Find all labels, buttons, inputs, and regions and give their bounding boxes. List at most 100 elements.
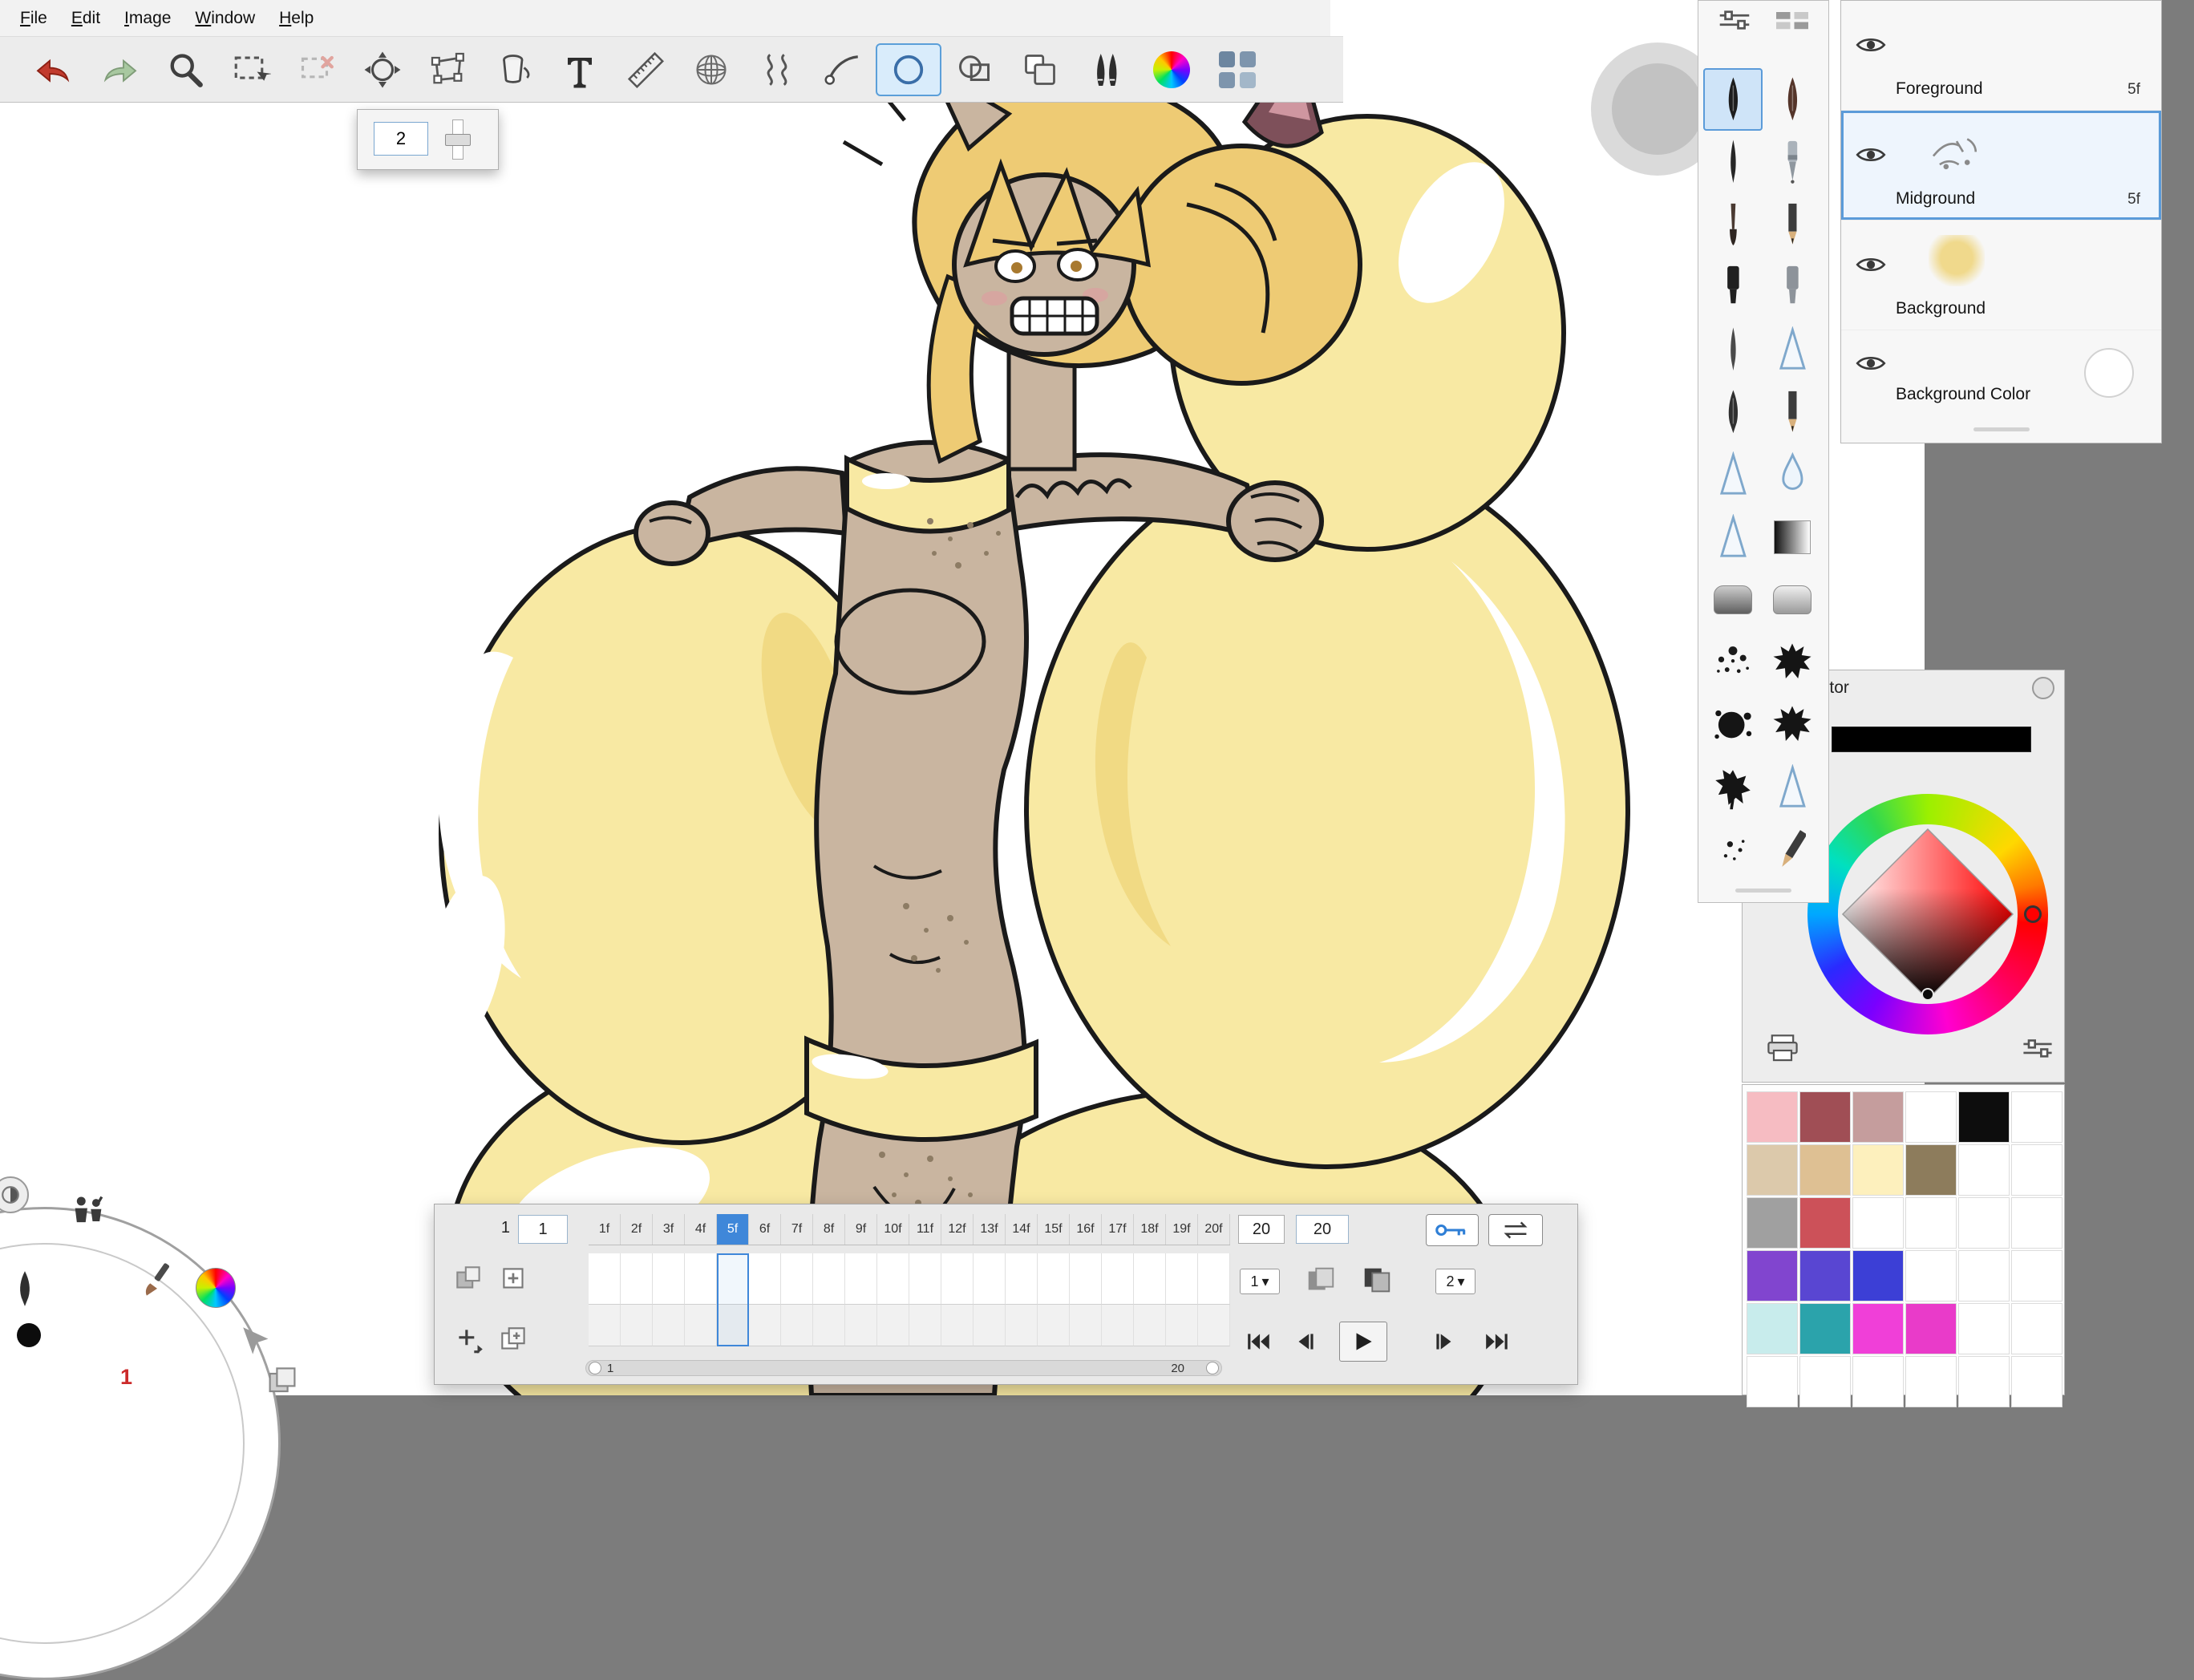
layer-row-background-color[interactable]: Background Color: [1841, 330, 2161, 415]
palette-swatch[interactable]: [1852, 1250, 1904, 1301]
frame-header-9f[interactable]: 9f: [845, 1214, 877, 1245]
tool-pen-curve[interactable]: [810, 43, 876, 96]
stroke-width-input[interactable]: [374, 122, 428, 156]
palette-swatch[interactable]: [1958, 1356, 2010, 1407]
tool-curve[interactable]: [744, 43, 810, 96]
brush-airbrush-cone-4[interactable]: [1763, 756, 1822, 819]
brush-pencil[interactable]: [1763, 193, 1822, 256]
palette-swatch[interactable]: [2011, 1197, 2062, 1249]
frame-cell[interactable]: [1134, 1305, 1166, 1346]
keys-input[interactable]: [518, 1215, 568, 1244]
palette-swatch[interactable]: [1852, 1197, 1904, 1249]
menu-window[interactable]: Window: [183, 7, 267, 30]
frame-cell[interactable]: [1102, 1305, 1134, 1346]
menu-file[interactable]: File: [8, 7, 59, 30]
frame-cell[interactable]: [1166, 1305, 1198, 1346]
keyframe-button[interactable]: [1426, 1214, 1479, 1246]
frame-header-18f[interactable]: 18f: [1134, 1214, 1166, 1245]
paintbrush-icon[interactable]: [138, 1261, 176, 1303]
palette-swatch[interactable]: [1747, 1144, 1798, 1196]
palette-swatch[interactable]: [1905, 1144, 1957, 1196]
palette-swatch[interactable]: [1905, 1356, 1957, 1407]
palette-swatch[interactable]: [2011, 1250, 2062, 1301]
frame-cell[interactable]: [653, 1253, 685, 1305]
palette-swatch[interactable]: [1852, 1303, 1904, 1354]
frame-cell[interactable]: [1070, 1253, 1102, 1305]
palette-swatch[interactable]: [1747, 1303, 1798, 1354]
brush-gray-marker[interactable]: [1763, 256, 1822, 318]
tool-text[interactable]: [547, 43, 613, 96]
insert-frame-button[interactable]: [451, 1261, 488, 1297]
current-color-bar[interactable]: [1832, 727, 2031, 752]
hue-marker[interactable]: [2024, 905, 2042, 923]
frame-cell[interactable]: [974, 1253, 1006, 1305]
palette-swatch[interactable]: [1958, 1091, 2010, 1143]
frame-cell[interactable]: [1102, 1253, 1134, 1305]
sv-marker[interactable]: [1921, 988, 1934, 1001]
tool-redo[interactable]: [87, 43, 152, 96]
frame-cell[interactable]: [1006, 1253, 1038, 1305]
palette-swatch[interactable]: [1958, 1144, 2010, 1196]
frame-header-15f[interactable]: 15f: [1038, 1214, 1070, 1245]
palette-swatch[interactable]: [1852, 1144, 1904, 1196]
tool-deselect[interactable]: [284, 43, 350, 96]
tool-color-wheel[interactable]: [1139, 43, 1204, 96]
brush-splatter-2[interactable]: [1763, 694, 1822, 756]
frame-header-19f[interactable]: 19f: [1166, 1214, 1198, 1245]
palette-swatch[interactable]: [1799, 1303, 1851, 1354]
palette-swatch[interactable]: [2011, 1091, 2062, 1143]
frame-cell[interactable]: [781, 1305, 813, 1346]
palette-swatch[interactable]: [1799, 1091, 1851, 1143]
frame-cell[interactable]: [1038, 1305, 1070, 1346]
frame-cell[interactable]: [845, 1253, 877, 1305]
palette-swatch[interactable]: [1799, 1356, 1851, 1407]
panel-resize-handle[interactable]: [1735, 889, 1791, 893]
frame-cell[interactable]: [781, 1253, 813, 1305]
frame-cell[interactable]: [1134, 1253, 1166, 1305]
frame-cell[interactable]: [1166, 1253, 1198, 1305]
frame-cell[interactable]: [685, 1253, 717, 1305]
layer-row-foreground[interactable]: Foreground5f: [1841, 1, 2161, 111]
frame-header-6f[interactable]: 6f: [749, 1214, 781, 1245]
brush-drip-splat[interactable]: [1703, 756, 1763, 819]
palette-swatch[interactable]: [1905, 1091, 1957, 1143]
palette-swatch[interactable]: [1747, 1091, 1798, 1143]
go-to-end-button[interactable]: [1475, 1323, 1519, 1360]
layer-row-midground[interactable]: Midground5f: [1841, 111, 2161, 221]
palette-swatch[interactable]: [1905, 1250, 1957, 1301]
tool-perspective-grid[interactable]: [678, 43, 744, 96]
frame-cell[interactable]: [749, 1253, 781, 1305]
frame-cell[interactable]: [1198, 1305, 1230, 1346]
frame-cell[interactable]: [1198, 1253, 1230, 1305]
frame-cell[interactable]: [909, 1305, 941, 1346]
menu-image[interactable]: Image: [112, 7, 183, 30]
play-button[interactable]: [1339, 1322, 1387, 1362]
menu-edit[interactable]: Edit: [59, 7, 112, 30]
frame-header-7f[interactable]: 7f: [781, 1214, 813, 1245]
frame-header-10f[interactable]: 10f: [877, 1214, 909, 1245]
tool-ruler[interactable]: [613, 43, 678, 96]
palette-swatch[interactable]: [1958, 1250, 2010, 1301]
brush-spray-fine[interactable]: [1703, 819, 1763, 881]
visibility-eye-icon[interactable]: [1856, 144, 1886, 165]
frame-header-1f[interactable]: 1f: [589, 1214, 621, 1245]
palette-swatch[interactable]: [1799, 1250, 1851, 1301]
layer-row-background[interactable]: Background: [1841, 221, 2161, 330]
frame-header-4f[interactable]: 4f: [685, 1214, 717, 1245]
tool-polygon-select[interactable]: [415, 43, 481, 96]
tool-shape-overlap[interactable]: [941, 43, 1007, 96]
brush-charcoal-pencil[interactable]: [1763, 381, 1822, 443]
frame-cell[interactable]: [621, 1253, 653, 1305]
onion-count-dropdown[interactable]: 2▾: [1435, 1269, 1475, 1294]
palette-swatch[interactable]: [2011, 1356, 2062, 1407]
palette-swatch[interactable]: [1799, 1197, 1851, 1249]
columns-icon[interactable]: [1772, 7, 1812, 37]
palette-swatch[interactable]: [1905, 1303, 1957, 1354]
visibility-eye-icon[interactable]: [1856, 34, 1886, 55]
stroke-width-slider-handle[interactable]: [445, 134, 471, 146]
frame-header-11f[interactable]: 11f: [909, 1214, 941, 1245]
palette-swatch[interactable]: [2011, 1144, 2062, 1196]
visibility-eye-icon[interactable]: [1856, 353, 1886, 374]
frame-header-13f[interactable]: 13f: [974, 1214, 1006, 1245]
onion-next-button[interactable]: [1358, 1262, 1395, 1299]
